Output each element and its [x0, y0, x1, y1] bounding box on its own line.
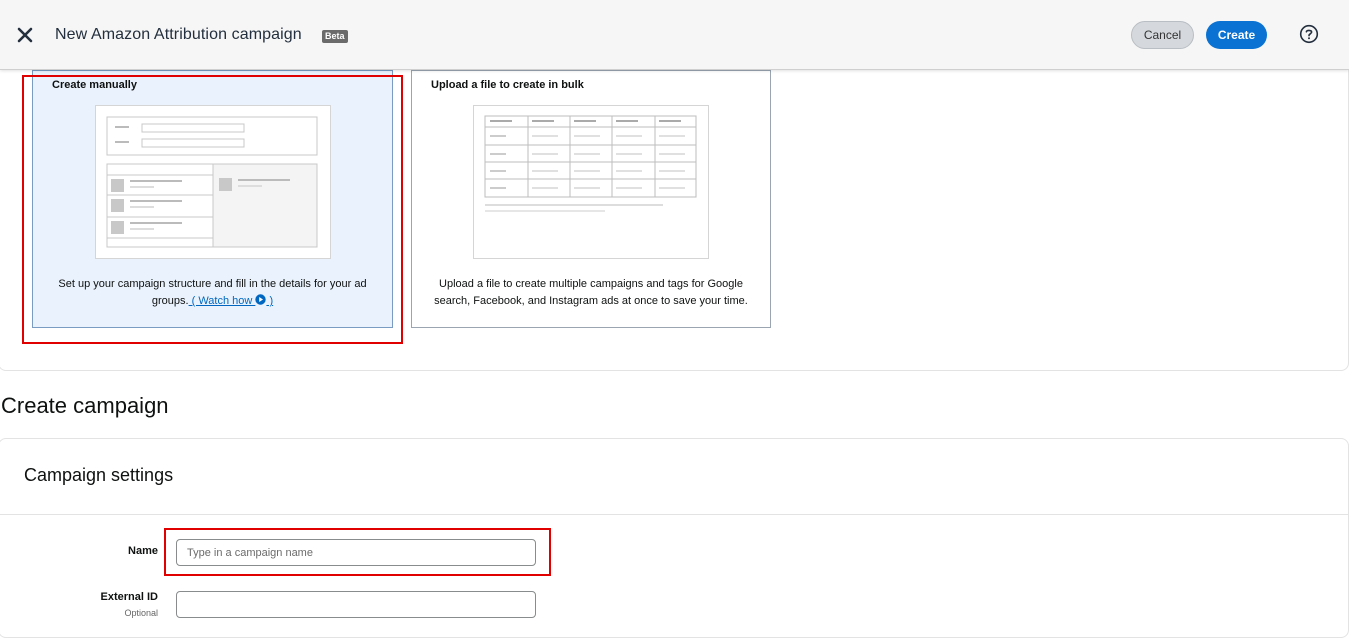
- upload-bulk-title: Upload a file to create in bulk: [431, 79, 584, 91]
- campaign-name-input[interactable]: [176, 539, 536, 566]
- create-manually-description: Set up your campaign structure and fill …: [58, 278, 367, 307]
- upload-bulk-card[interactable]: Upload a file to create in bulk Upload a…: [411, 70, 771, 328]
- beta-badge: Beta: [322, 30, 348, 43]
- help-icon[interactable]: [1299, 24, 1319, 44]
- bulk-illustration: [473, 105, 709, 259]
- watch-how-link[interactable]: ( Watch how ): [189, 294, 273, 307]
- manual-illustration: [95, 105, 331, 259]
- cancel-button[interactable]: Cancel: [1131, 21, 1194, 49]
- upload-bulk-description: Upload a file to create multiple campaig…: [434, 278, 748, 307]
- external-id-optional: Optional: [124, 608, 158, 618]
- page-title: New Amazon Attribution campaign: [55, 26, 302, 43]
- create-manually-card[interactable]: Create manually Set up your campaign str…: [32, 70, 393, 328]
- campaign-settings-title: Campaign settings: [24, 465, 174, 485]
- create-button[interactable]: Create: [1206, 21, 1267, 49]
- name-label: Name: [128, 545, 158, 557]
- create-manually-title: Create manually: [52, 79, 137, 91]
- external-id-label: External ID: [100, 591, 158, 603]
- close-icon[interactable]: [14, 24, 36, 46]
- external-id-input[interactable]: [176, 591, 536, 618]
- settings-divider: [0, 514, 1349, 515]
- modal-header: New Amazon Attribution campaign Beta Can…: [0, 0, 1349, 70]
- play-circle-icon: [255, 294, 267, 305]
- create-campaign-heading: Create campaign: [1, 393, 169, 418]
